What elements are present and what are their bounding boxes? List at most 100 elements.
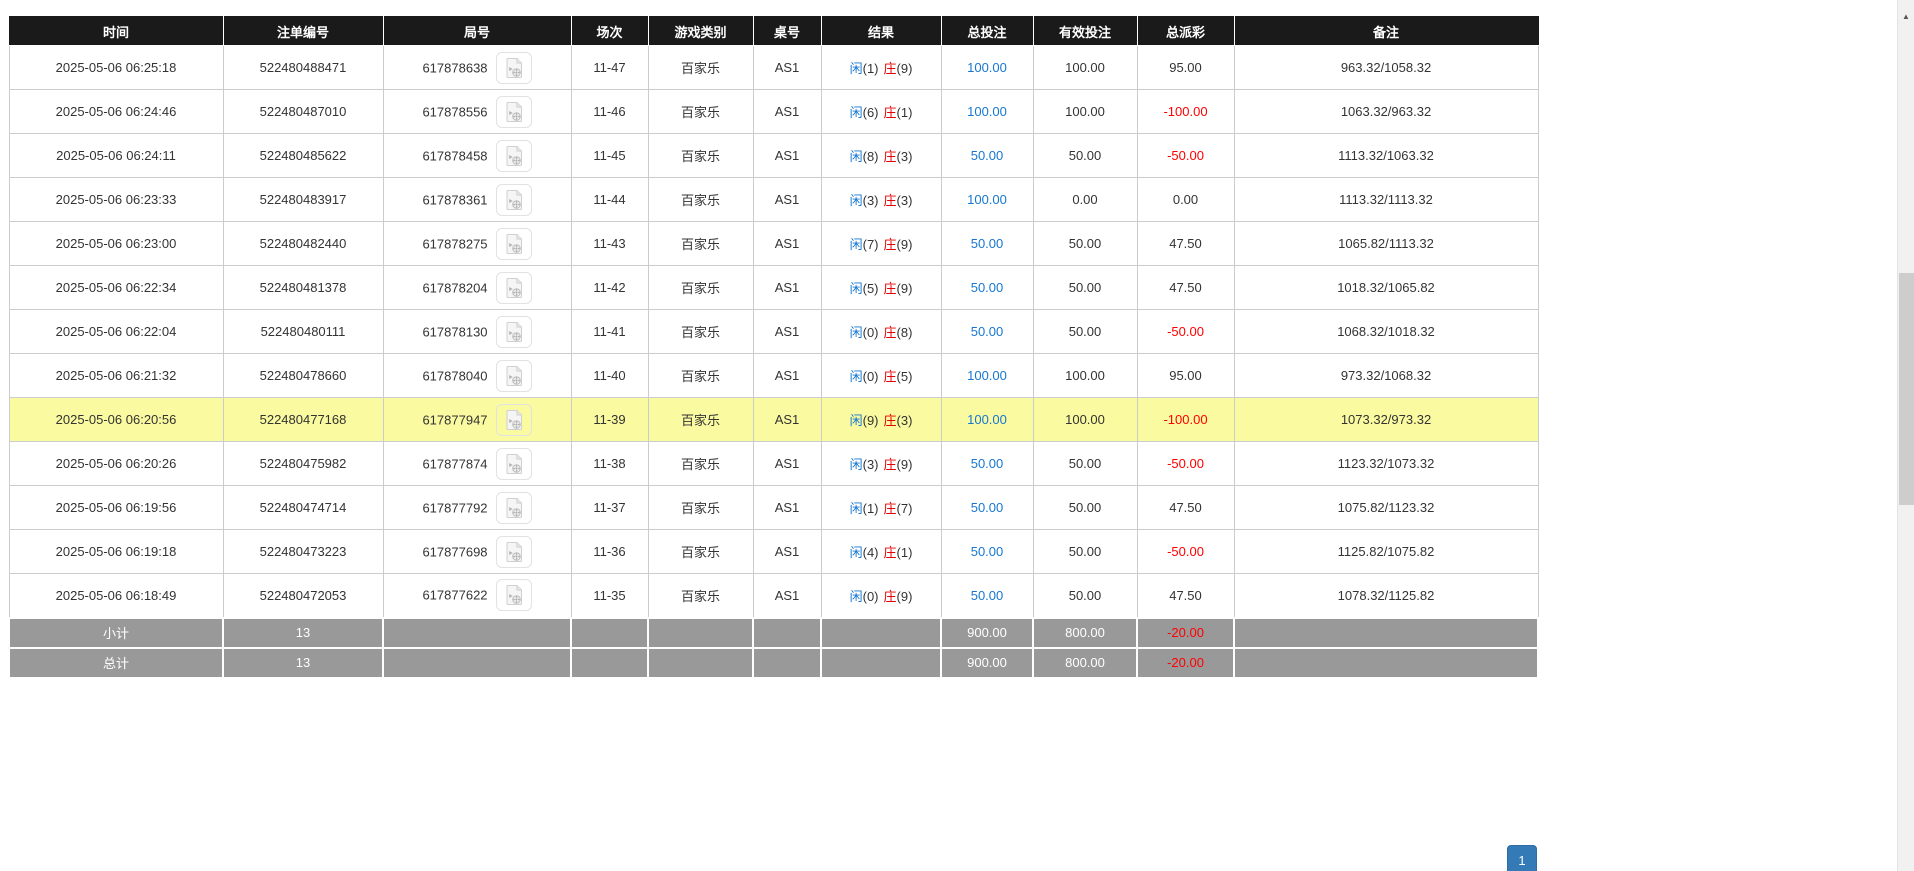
cell-time: 2025-05-06 06:22:34 bbox=[9, 266, 223, 310]
replay-video-button[interactable] bbox=[496, 52, 532, 84]
total-bet-link[interactable]: 50.00 bbox=[971, 148, 1004, 163]
cell-session: 11-43 bbox=[571, 222, 648, 266]
summary-row: 小计13900.00800.00-20.00 bbox=[9, 618, 1538, 648]
cell-payout: 0.00 bbox=[1137, 178, 1234, 222]
total-bet-link[interactable]: 100.00 bbox=[967, 104, 1007, 119]
replay-video-button[interactable] bbox=[496, 96, 532, 128]
cell-bet_id: 522480487010 bbox=[223, 90, 383, 134]
total-bet-link[interactable]: 100.00 bbox=[967, 60, 1007, 75]
table-footer: 小计13900.00800.00-20.00总计13900.00800.00-2… bbox=[9, 618, 1538, 678]
round-id-text: 617878638 bbox=[422, 60, 487, 75]
cell-session: 11-44 bbox=[571, 178, 648, 222]
cell-round_id: 617878458 bbox=[383, 134, 571, 178]
cell-round_id: 617878204 bbox=[383, 266, 571, 310]
result-player-score: (7) bbox=[863, 237, 879, 252]
round-id-text: 617878040 bbox=[422, 368, 487, 383]
table-header: 时间注单编号局号场次游戏类别桌号结果总投注有效投注总派彩备注 bbox=[9, 17, 1538, 46]
cell-total_bet: 50.00 bbox=[941, 310, 1033, 354]
summary-payout: -20.00 bbox=[1137, 618, 1234, 648]
cell-payout: 95.00 bbox=[1137, 354, 1234, 398]
result-player-score: (3) bbox=[863, 193, 879, 208]
cell-result: 闲(6)庄(1) bbox=[821, 90, 941, 134]
cell-result: 闲(0)庄(8) bbox=[821, 310, 941, 354]
round-id-text: 617878275 bbox=[422, 236, 487, 251]
total-bet-link[interactable]: 50.00 bbox=[971, 588, 1004, 603]
replay-video-button[interactable] bbox=[496, 579, 532, 611]
video-file-icon bbox=[504, 321, 524, 343]
total-bet-link[interactable]: 50.00 bbox=[971, 456, 1004, 471]
replay-video-button[interactable] bbox=[496, 536, 532, 568]
video-file-icon bbox=[504, 57, 524, 79]
replay-video-button[interactable] bbox=[496, 272, 532, 304]
result-player-score: (0) bbox=[863, 589, 879, 604]
cell-total_bet: 50.00 bbox=[941, 134, 1033, 178]
cell-valid_bet: 50.00 bbox=[1033, 266, 1137, 310]
result-player-label: 闲 bbox=[850, 413, 863, 428]
table-row: 2025-05-06 06:19:18522480473223617877698… bbox=[9, 530, 1538, 574]
replay-video-button[interactable] bbox=[496, 404, 532, 436]
cell-remark: 1065.82/1113.32 bbox=[1234, 222, 1538, 266]
result-player-label: 闲 bbox=[850, 193, 863, 208]
summary-valid-bet: 800.00 bbox=[1033, 618, 1137, 648]
page-1-button[interactable]: 1 bbox=[1507, 845, 1537, 871]
summary-empty-cell bbox=[753, 648, 821, 678]
result-player-score: (1) bbox=[863, 501, 879, 516]
cell-payout: 47.50 bbox=[1137, 266, 1234, 310]
total-bet-link[interactable]: 50.00 bbox=[971, 236, 1004, 251]
result-player-score: (0) bbox=[863, 369, 879, 384]
result-banker-label: 庄 bbox=[884, 457, 897, 472]
replay-video-button[interactable] bbox=[496, 140, 532, 172]
result-banker-score: (9) bbox=[897, 237, 913, 252]
total-bet-link[interactable]: 100.00 bbox=[967, 412, 1007, 427]
total-bet-link[interactable]: 100.00 bbox=[967, 192, 1007, 207]
cell-valid_bet: 0.00 bbox=[1033, 178, 1137, 222]
cell-table_no: AS1 bbox=[753, 530, 821, 574]
total-bet-link[interactable]: 50.00 bbox=[971, 544, 1004, 559]
cell-payout: -100.00 bbox=[1137, 398, 1234, 442]
cell-bet_id: 522480485622 bbox=[223, 134, 383, 178]
cell-time: 2025-05-06 06:20:26 bbox=[9, 442, 223, 486]
result-player-label: 闲 bbox=[850, 589, 863, 604]
result-player-label: 闲 bbox=[850, 369, 863, 384]
total-bet-link[interactable]: 50.00 bbox=[971, 280, 1004, 295]
video-file-icon bbox=[504, 453, 524, 475]
cell-result: 闲(3)庄(3) bbox=[821, 178, 941, 222]
vertical-scrollbar[interactable]: ▲ bbox=[1897, 0, 1914, 871]
cell-payout: -50.00 bbox=[1137, 134, 1234, 178]
replay-video-button[interactable] bbox=[496, 448, 532, 480]
replay-video-button[interactable] bbox=[496, 228, 532, 260]
replay-video-button[interactable] bbox=[496, 492, 532, 524]
cell-remark: 963.32/1058.32 bbox=[1234, 46, 1538, 90]
round-id-text: 617877698 bbox=[422, 544, 487, 559]
cell-remark: 1113.32/1113.32 bbox=[1234, 178, 1538, 222]
page-content: 时间注单编号局号场次游戏类别桌号结果总投注有效投注总派彩备注 2025-05-0… bbox=[0, 0, 1914, 871]
total-bet-link[interactable]: 100.00 bbox=[967, 368, 1007, 383]
scroll-up-icon[interactable]: ▲ bbox=[1898, 12, 1914, 21]
cell-session: 11-39 bbox=[571, 398, 648, 442]
cell-valid_bet: 50.00 bbox=[1033, 310, 1137, 354]
cell-total_bet: 100.00 bbox=[941, 178, 1033, 222]
replay-video-button[interactable] bbox=[496, 360, 532, 392]
result-banker-score: (5) bbox=[897, 369, 913, 384]
cell-bet_id: 522480481378 bbox=[223, 266, 383, 310]
cell-bet_id: 522480472053 bbox=[223, 574, 383, 618]
replay-video-button[interactable] bbox=[496, 184, 532, 216]
cell-session: 11-47 bbox=[571, 46, 648, 90]
video-file-icon bbox=[504, 189, 524, 211]
cell-remark: 973.32/1068.32 bbox=[1234, 354, 1538, 398]
cell-game_type: 百家乐 bbox=[648, 486, 753, 530]
summary-label: 小计 bbox=[9, 618, 223, 648]
total-bet-link[interactable]: 50.00 bbox=[971, 324, 1004, 339]
video-file-icon bbox=[504, 233, 524, 255]
result-banker-label: 庄 bbox=[884, 413, 897, 428]
result-player-label: 闲 bbox=[850, 325, 863, 340]
cell-bet_id: 522480480111 bbox=[223, 310, 383, 354]
column-header-result: 结果 bbox=[821, 17, 941, 46]
cell-game_type: 百家乐 bbox=[648, 222, 753, 266]
total-bet-link[interactable]: 50.00 bbox=[971, 500, 1004, 515]
result-banker-score: (9) bbox=[897, 61, 913, 76]
scrollbar-thumb[interactable] bbox=[1899, 273, 1914, 505]
replay-video-button[interactable] bbox=[496, 316, 532, 348]
column-header-time: 时间 bbox=[9, 17, 223, 46]
cell-table_no: AS1 bbox=[753, 398, 821, 442]
